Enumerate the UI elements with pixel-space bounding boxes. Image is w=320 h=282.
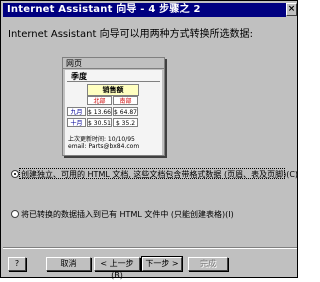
preview-row-label: 十月 (67, 118, 86, 127)
close-button[interactable]: × (286, 3, 297, 16)
preview-document: 季度 销售额 北部 南部 九月 $ 13.66 $ 64.87 十月 $ 30.… (65, 70, 162, 155)
window-title: Internet Assistant 向导 - 4 步骤之 2 (3, 3, 286, 17)
option-create-document-label[interactable]: 创建独立、可用的 HTML 文档, 这些文档包含带格式数据 (页眉、表及页脚)(… (21, 169, 298, 180)
finish-button[interactable]: 完成 (188, 257, 228, 271)
preview-banner: 销售额 (87, 84, 139, 96)
radio-insert-existing[interactable] (11, 210, 19, 218)
preview-rule (67, 81, 160, 82)
preview-cell: $ 35.2 (113, 118, 138, 127)
preview-updated-text: 上次更新时间: 10/10/95 (68, 136, 135, 143)
help-button[interactable]: ? (8, 257, 26, 271)
preview-illustration: 网页 季度 销售额 北部 南部 九月 $ 13.66 $ 64.87 十月 $ … (62, 57, 165, 156)
radio-create-document[interactable] (11, 170, 19, 178)
preview-cell: $ 30.51 (87, 118, 112, 127)
help-icon: ? (14, 259, 20, 268)
preview-window-title: 网页 (63, 58, 164, 69)
wizard-dialog: Internet Assistant 向导 - 4 步骤之 2 × Intern… (0, 0, 298, 280)
wizard-prompt: Internet Assistant 向导可以用两种方式转换所选数据: (8, 29, 253, 40)
preview-cell: $ 64.87 (113, 107, 138, 116)
preview-row-label: 九月 (67, 107, 86, 116)
back-button[interactable]: < 上一步(B) (94, 257, 140, 280)
button-separator (3, 247, 297, 249)
next-button[interactable]: 下一步 > (141, 256, 183, 272)
cancel-button[interactable]: 取消 (46, 257, 91, 271)
option-insert-existing-label[interactable]: 将已转换的数据插入到已有 HTML 文件中 (只能创建表格)(I) (21, 209, 234, 220)
preview-cell: $ 13.66 (87, 107, 112, 116)
preview-col-header: 南部 (113, 96, 138, 105)
preview-col-header: 北部 (87, 96, 112, 105)
preview-email-text: email: Parts@bx84.com (68, 143, 140, 150)
